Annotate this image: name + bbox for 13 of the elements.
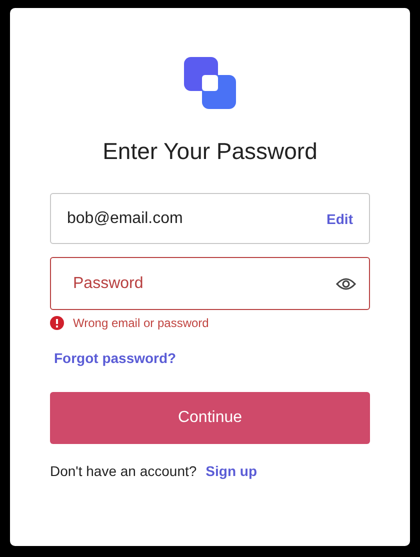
password-field[interactable]: Password (50, 257, 370, 310)
logo-icon (184, 57, 236, 109)
signup-prompt: Don't have an account? (50, 463, 197, 479)
page-title: Enter Your Password (102, 137, 318, 166)
edit-link[interactable]: Edit (316, 210, 353, 226)
signup-link[interactable]: Sign up (206, 463, 257, 479)
continue-button[interactable]: Continue (50, 392, 370, 444)
email-field[interactable]: bob@email.com Edit (50, 193, 370, 244)
error-message: Wrong email or password (73, 316, 209, 330)
error-icon (50, 316, 64, 330)
eye-icon[interactable] (336, 277, 356, 291)
forgot-password-link[interactable]: Forgot password? (54, 350, 176, 366)
email-value: bob@email.com (67, 210, 183, 228)
